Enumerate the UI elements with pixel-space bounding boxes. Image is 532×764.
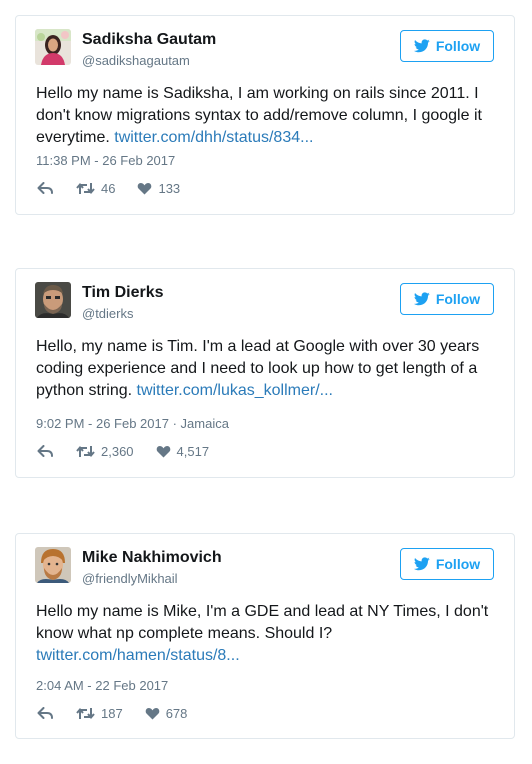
twitter-bird-icon <box>413 292 430 306</box>
tweet-card: Tim Dierks @tdierks Follow Hello, my nam… <box>15 268 515 478</box>
avatar[interactable] <box>35 547 71 583</box>
twitter-bird-icon <box>413 557 430 571</box>
heart-icon <box>156 446 170 458</box>
like-count: 678 <box>165 706 188 721</box>
like-count: 133 <box>158 181 181 196</box>
tweet-card: Mike Nakhimovich @friendlyMikhail Follow… <box>15 533 515 739</box>
retweet-count: 2,360 <box>101 444 134 459</box>
tweet-text: Hello, my name is Tim. I'm a lead at Goo… <box>36 336 498 402</box>
tweet-card: Sadiksha Gautam @sadikshagautam Follow H… <box>15 15 515 215</box>
tweet-text: Hello my name is Mike, I'm a GDE and lea… <box>36 601 498 667</box>
retweet-icon <box>76 182 95 195</box>
tweet-timestamp[interactable]: 2:04 AM - 22 Feb 2017 <box>36 678 168 693</box>
retweet-icon <box>76 445 95 458</box>
follow-button[interactable]: Follow <box>400 283 494 315</box>
tweet-timestamp[interactable]: 11:38 PM - 26 Feb 2017 <box>36 153 175 168</box>
tweet-body: Hello my name is Mike, I'm a GDE and lea… <box>36 603 489 642</box>
avatar[interactable] <box>35 29 71 65</box>
twitter-bird-icon <box>413 39 430 53</box>
user-handle[interactable]: @sadikshagautam <box>82 53 190 68</box>
retweet-count: 46 <box>101 181 116 196</box>
like-button[interactable]: 133 <box>137 181 180 196</box>
user-name[interactable]: Tim Dierks <box>82 284 164 302</box>
tweet-timestamp[interactable]: 9:02 PM - 26 Feb 2017 · Jamaica <box>36 416 229 431</box>
tweet-actions: 2,360 4,517 <box>37 444 231 459</box>
follow-button[interactable]: Follow <box>400 30 494 62</box>
retweet-icon <box>76 707 95 720</box>
avatar[interactable] <box>35 282 71 318</box>
follow-button[interactable]: Follow <box>400 548 494 580</box>
like-button[interactable]: 678 <box>145 706 188 721</box>
retweet-button[interactable]: 46 <box>76 181 115 196</box>
retweet-count: 187 <box>101 706 123 721</box>
tweet-actions: 187 678 <box>37 706 209 721</box>
reply-icon <box>37 707 53 719</box>
user-handle[interactable]: @friendlyMikhail <box>82 571 178 586</box>
follow-label: Follow <box>435 556 481 572</box>
heart-icon <box>145 708 159 720</box>
like-count: 4,517 <box>176 444 210 459</box>
tweet-actions: 46 133 <box>37 181 202 196</box>
user-handle[interactable]: @tdierks <box>82 306 134 321</box>
follow-label: Follow <box>435 38 481 54</box>
reply-icon <box>37 445 53 457</box>
retweet-button[interactable]: 2,360 <box>76 444 134 459</box>
tweet-link[interactable]: twitter.com/hamen/status/8... <box>36 647 240 664</box>
follow-label: Follow <box>435 291 481 307</box>
user-name[interactable]: Mike Nakhimovich <box>82 549 222 567</box>
tweet-link[interactable]: twitter.com/dhh/status/834... <box>114 129 313 146</box>
reply-button[interactable] <box>37 182 54 195</box>
like-button[interactable]: 4,517 <box>156 444 210 459</box>
retweet-button[interactable]: 187 <box>76 706 123 721</box>
reply-icon <box>37 182 53 194</box>
tweet-text: Hello my name is Sadiksha, I am working … <box>36 83 498 149</box>
tweet-link[interactable]: twitter.com/lukas_kollmer/... <box>137 382 334 399</box>
reply-button[interactable] <box>37 707 54 720</box>
user-name[interactable]: Sadiksha Gautam <box>82 31 216 49</box>
reply-button[interactable] <box>37 445 54 458</box>
heart-icon <box>138 183 152 195</box>
